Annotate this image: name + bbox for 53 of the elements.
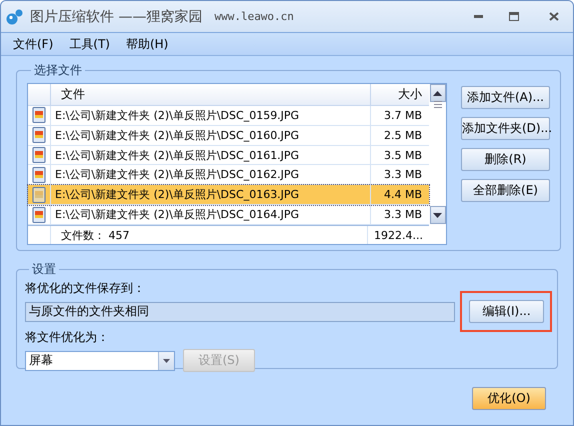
group-title: 设置: [31, 261, 57, 278]
group-title: 选择文件: [33, 62, 83, 79]
image-file-icon: [32, 206, 46, 223]
file-size: 3.3 MB: [382, 208, 423, 222]
app-logo-icon: [6, 8, 24, 24]
scroll-grip-icon[interactable]: [434, 100, 442, 108]
optimize-button[interactable]: 优化(O): [472, 387, 546, 410]
file-size: 3.7 MB: [382, 108, 423, 122]
down-arrow-icon: [433, 212, 442, 218]
file-row[interactable]: E:\公司\新建文件夹 (2)\单反照片\DSC_0160.JPG 2.5 MB: [28, 126, 429, 146]
dropdown-arrow-icon: [163, 358, 170, 362]
field-label: 将优化的文件保存到：: [25, 280, 146, 297]
file-path: E:\公司\新建文件夹 (2)\单反照片\DSC_0160.JPG: [51, 126, 371, 145]
scroll-down-button[interactable]: [430, 206, 446, 224]
file-count: 文件数： 457: [51, 226, 368, 244]
file-size: 3.3 MB: [382, 168, 423, 182]
file-action-button[interactable]: 删除(R): [461, 148, 550, 171]
file-row[interactable]: E:\公司\新建文件夹 (2)\单反照片\DSC_0159.JPG 3.7 MB: [28, 106, 429, 126]
file-row[interactable]: E:\公司\新建文件夹 (2)\单反照片\DSC_0161.JPG 3.5 MB: [28, 146, 429, 166]
image-file-icon: [32, 107, 46, 124]
image-file-icon: [32, 166, 46, 183]
file-action-button[interactable]: 全部删除(E): [461, 179, 550, 202]
column-header[interactable]: 大小: [371, 86, 428, 103]
file-path: E:\公司\新建文件夹 (2)\单反照片\DSC_0164.JPG: [51, 205, 371, 224]
file-row[interactable]: E:\公司\新建文件夹 (2)\单反照片\DSC_0164.JPG 3.3 MB: [28, 205, 429, 226]
file-path: E:\公司\新建文件夹 (2)\单反照片\DSC_0163.JPG: [51, 185, 371, 204]
image-file-icon: [32, 186, 46, 203]
file-size: 3.5 MB: [382, 148, 423, 162]
column-header[interactable]: 文件: [51, 84, 371, 105]
image-file-icon: [32, 147, 46, 164]
total-size: 1922.4...: [373, 228, 424, 242]
scroll-up-button[interactable]: [430, 84, 446, 102]
menu-item[interactable]: 文件(F): [7, 34, 60, 54]
close-icon[interactable]: [549, 12, 559, 21]
minimize-icon[interactable]: [474, 15, 482, 18]
menu-item[interactable]: 帮助(H): [120, 34, 174, 54]
output-folder-field[interactable]: 与原文件的文件夹相同: [25, 302, 455, 322]
file-size: 2.5 MB: [382, 128, 423, 142]
file-row[interactable]: E:\公司\新建文件夹 (2)\单反照片\DSC_0163.JPG 4.4 MB: [28, 185, 429, 206]
menu-item[interactable]: 工具(T): [63, 34, 116, 54]
image-file-icon: [32, 127, 46, 144]
file-path: E:\公司\新建文件夹 (2)\单反照片\DSC_0161.JPG: [51, 146, 371, 164]
file-action-button[interactable]: 添加文件(A)...: [461, 86, 550, 109]
window-title: 图片压缩软件 ——狸窝家园: [30, 8, 202, 26]
website-url: www.leawo.cn: [214, 10, 294, 23]
maximize-icon[interactable]: [509, 12, 519, 21]
field-label: 将文件优化为：: [25, 329, 110, 346]
file-path: E:\公司\新建文件夹 (2)\单反照片\DSC_0159.JPG: [51, 106, 371, 125]
up-arrow-icon: [433, 90, 442, 96]
file-size: 4.4 MB: [382, 188, 423, 202]
file-action-button[interactable]: 添加文件夹(D)...: [461, 117, 550, 140]
edit-button[interactable]: 编辑(I)...: [469, 300, 544, 323]
optimize-target-dropdown[interactable]: 屏幕: [25, 350, 175, 370]
